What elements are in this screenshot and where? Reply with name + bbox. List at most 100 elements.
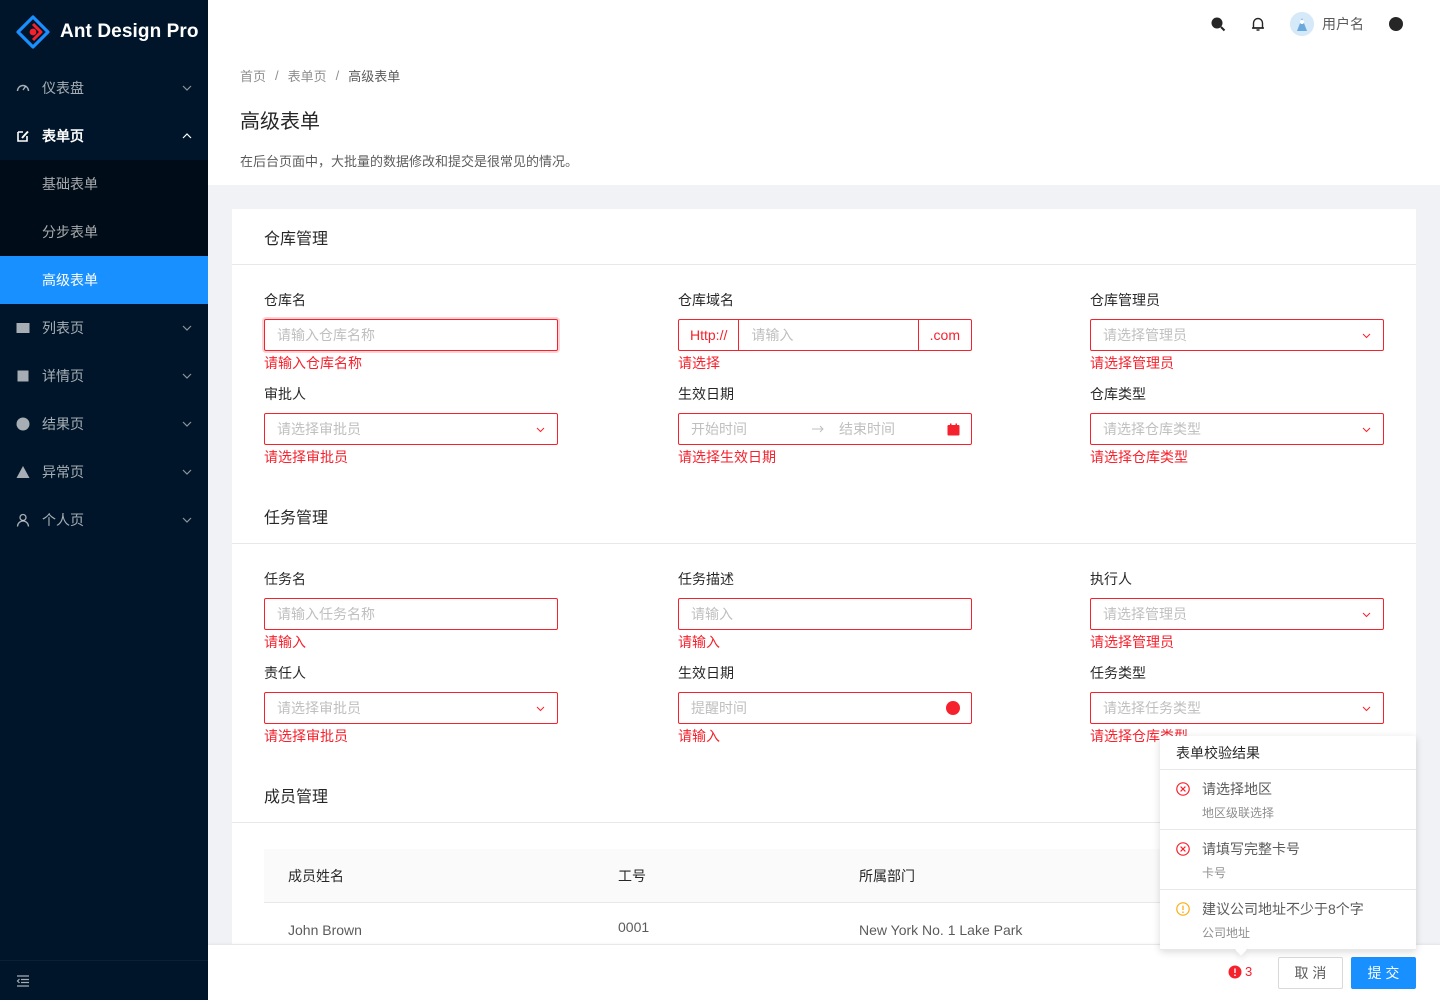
- validation-message: 请填写完整卡号: [1202, 841, 1300, 857]
- error-count: 3: [1245, 963, 1253, 979]
- field-label: 仓库类型: [1090, 386, 1146, 402]
- warehouse-owner-select[interactable]: 请选择管理员: [1090, 319, 1384, 351]
- field-error: 请输入: [678, 728, 720, 744]
- input-placeholder: 提醒时间: [691, 700, 747, 716]
- sidebar-item-dashboard[interactable]: 仪表盘: [0, 64, 208, 112]
- task-owner-field: 责任人 请选择审批员 请选择审批员: [264, 662, 558, 745]
- select-placeholder: 请选择管理员: [1103, 327, 1187, 343]
- arrow-right-icon: [812, 425, 824, 433]
- sidebar-item-basic-form[interactable]: 基础表单: [0, 160, 208, 208]
- field-error: 请选择审批员: [264, 728, 348, 744]
- sidebar-item-label: 结果页: [42, 416, 84, 432]
- task-name-field: 任务名 请输入任务名称 请输入: [264, 568, 558, 651]
- validation-item-warning[interactable]: 建议公司地址不少于8个字 公司地址: [1160, 890, 1416, 950]
- column-header-id: 工号: [618, 867, 646, 884]
- top-header: 用户名: [208, 0, 1440, 48]
- page-header: 首页 / 表单页 / 高级表单 高级表单 在后台页面中，大批量的数据修改和提交是…: [208, 48, 1440, 185]
- task-owner-select[interactable]: 请选择审批员: [264, 692, 558, 724]
- validation-item-error[interactable]: 请填写完整卡号 卡号: [1160, 830, 1416, 890]
- warehouse-type-field: 仓库类型 请选择仓库类型 请选择仓库类型: [1090, 383, 1384, 466]
- breadcrumb-home[interactable]: 首页: [240, 66, 266, 85]
- validation-item-error[interactable]: 请选择地区 地区级联选择: [1160, 770, 1416, 830]
- collapse-trigger[interactable]: [0, 960, 208, 1000]
- task-time-picker[interactable]: 提醒时间: [678, 692, 972, 724]
- input-placeholder: 请输入: [751, 327, 794, 343]
- sidebar-item-form[interactable]: 表单页: [0, 112, 208, 160]
- warehouse-approver-field: 审批人 请选择审批员 请选择审批员: [264, 383, 558, 466]
- close-circle-icon: [1176, 782, 1190, 796]
- warehouse-name-input[interactable]: 请输入仓库名称: [264, 319, 558, 351]
- input-placeholder: 请输入: [691, 606, 733, 622]
- field-error: 请选择生效日期: [678, 449, 776, 465]
- sidebar-item-list[interactable]: 列表页: [0, 304, 208, 352]
- chevron-down-icon: [536, 427, 545, 433]
- chevron-down-icon: [1362, 427, 1371, 433]
- warehouse-domain-input-group: Http:// 请输入 .com: [678, 319, 972, 351]
- select-placeholder: 请选择管理员: [1103, 606, 1187, 622]
- sidebar-item-label: 异常页: [42, 464, 84, 480]
- exclamation-circle-icon: [1176, 902, 1190, 916]
- breadcrumb-separator: /: [335, 68, 340, 83]
- exclamation-circle-icon: [1228, 965, 1242, 979]
- select-placeholder: 请选择仓库类型: [1103, 421, 1201, 437]
- warehouse-approver-select[interactable]: 请选择审批员: [264, 413, 558, 445]
- notification-button[interactable]: [1238, 0, 1278, 48]
- sidebar-item-account[interactable]: 个人页: [0, 496, 208, 544]
- sidebar-item-label: 详情页: [42, 368, 84, 384]
- field-error: 请选择仓库类型: [1090, 449, 1188, 465]
- avatar: [1290, 12, 1314, 36]
- domain-suffix: .com: [918, 319, 972, 351]
- chevron-down-icon: [1362, 612, 1371, 618]
- validation-field: 地区级联选择: [1202, 806, 1275, 820]
- task-name-input[interactable]: 请输入任务名称: [264, 598, 558, 630]
- cancel-button[interactable]: 取 消: [1278, 957, 1343, 989]
- language-button[interactable]: [1376, 0, 1416, 48]
- calendar-icon: [947, 423, 960, 436]
- chevron-down-icon: [182, 421, 192, 427]
- bell-icon: [1252, 17, 1264, 31]
- sidebar-item-result[interactable]: 结果页: [0, 400, 208, 448]
- task-description-input[interactable]: 请输入: [678, 598, 972, 630]
- task-type-select[interactable]: 请选择任务类型: [1090, 692, 1384, 724]
- chevron-down-icon: [1362, 333, 1371, 339]
- warehouse-domain-input[interactable]: 请输入: [739, 319, 919, 351]
- warning-icon: [16, 465, 30, 479]
- footer-toolbar: 3 取 消 提 交: [208, 944, 1440, 1000]
- task-date-field: 生效日期 提醒时间 请输入: [678, 662, 972, 745]
- field-label: 仓库管理员: [1090, 292, 1160, 308]
- sidebar-item-exception[interactable]: 异常页: [0, 448, 208, 496]
- search-button[interactable]: [1198, 0, 1238, 48]
- logo[interactable]: Ant Design Pro: [0, 0, 208, 64]
- column-header-name: 成员姓名: [288, 867, 344, 884]
- sidebar-item-label: 表单页: [42, 128, 84, 144]
- warehouse-owner-field: 仓库管理员 请选择管理员 请选择管理员: [1090, 289, 1384, 372]
- task-description-field: 任务描述 请输入 请输入: [678, 568, 972, 651]
- error-count-trigger[interactable]: 3: [1228, 963, 1252, 979]
- warehouse-date-range-picker[interactable]: 开始时间 结束时间: [678, 413, 972, 445]
- user-menu[interactable]: 用户名: [1278, 0, 1376, 48]
- input-placeholder: 请输入任务名称: [277, 606, 375, 622]
- sidebar: Ant Design Pro 仪表盘 表单页 基础表单 分步表单 高级表单 列表…: [0, 0, 208, 1000]
- breadcrumb-form[interactable]: 表单页: [288, 66, 327, 85]
- field-error: 请输入仓库名称: [264, 355, 362, 371]
- sidebar-item-profile[interactable]: 详情页: [0, 352, 208, 400]
- field-error: 请选择管理员: [1090, 634, 1174, 650]
- sidebar-item-step-form[interactable]: 分步表单: [0, 208, 208, 256]
- clock-icon: [946, 701, 960, 715]
- submit-button[interactable]: 提 交: [1351, 957, 1416, 989]
- breadcrumb-current: 高级表单: [348, 69, 401, 84]
- sidebar-item-advanced-form[interactable]: 高级表单: [0, 256, 208, 304]
- task-executor-select[interactable]: 请选择管理员: [1090, 598, 1384, 630]
- warehouse-type-select[interactable]: 请选择仓库类型: [1090, 413, 1384, 445]
- select-placeholder: 请选择任务类型: [1103, 700, 1201, 716]
- profile-icon: [16, 369, 30, 383]
- task-card: 任务管理 任务名 请输入任务名称 请输入 任务描述 请输入 请输入 执行人 请选…: [232, 488, 1416, 768]
- brand-name: Ant Design Pro: [60, 21, 199, 42]
- task-type-field: 任务类型 请选择任务类型 请选择仓库类型: [1090, 662, 1384, 745]
- chevron-down-icon: [182, 325, 192, 331]
- range-start-placeholder: 开始时间: [691, 421, 747, 437]
- warehouse-card: 仓库管理 仓库名 请输入仓库名称 请输入仓库名称 仓库域名 Http:// 请输…: [232, 209, 1416, 489]
- input-placeholder: 请输入仓库名称: [277, 327, 375, 343]
- dashboard-icon: [16, 81, 30, 95]
- sidebar-item-label: 仪表盘: [42, 80, 84, 96]
